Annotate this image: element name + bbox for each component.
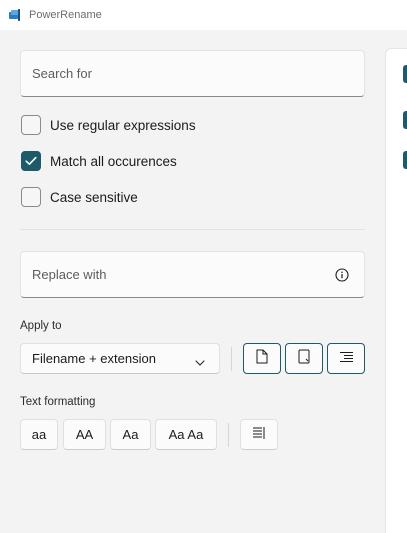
uppercase-button[interactable]: AA [63,419,106,450]
use-regex-label: Use regular expressions [50,117,196,133]
search-field[interactable] [20,50,365,97]
option-use-regex[interactable]: Use regular expressions [21,114,196,136]
replace-field[interactable] [20,251,365,298]
enumerate-items-button[interactable] [240,419,278,450]
use-regex-checkbox[interactable] [21,115,41,135]
apply-to-selected: Filename + extension [32,351,156,366]
search-input[interactable] [32,66,322,81]
title-bar: PowerRename [0,0,407,30]
document-icon [298,349,310,369]
preview-item-checkbox[interactable] [403,111,407,129]
file-icon [256,349,268,369]
exclude-files-toggle[interactable] [285,343,323,374]
option-case-sensitive[interactable]: Case sensitive [21,186,138,208]
section-divider [20,229,365,230]
replace-input[interactable] [32,267,322,282]
exclude-subfolders-toggle[interactable] [327,343,365,374]
vertical-separator [228,423,229,447]
case-sensitive-label: Case sensitive [50,189,138,205]
powerrename-app-icon [8,8,22,22]
preview-select-all-checkbox[interactable] [403,65,407,83]
apply-to-label: Apply to [20,320,62,332]
chevron-down-icon [195,355,205,366]
enumerate-list-icon [338,350,354,368]
checkmark-icon [25,156,37,165]
exclude-folders-toggle[interactable] [243,343,281,374]
window-title: PowerRename [29,9,102,21]
info-icon[interactable] [335,268,349,282]
titlecase-button[interactable]: Aa [110,419,151,450]
preview-item-checkbox[interactable] [403,151,407,169]
preview-panel [385,48,407,533]
option-match-all[interactable]: Match all occurences [21,150,177,172]
text-formatting-label: Text formatting [20,396,96,408]
enumerate-items-icon [251,426,267,443]
case-sensitive-checkbox[interactable] [21,187,41,207]
match-all-checkbox[interactable] [21,151,41,171]
vertical-separator [231,347,232,371]
lowercase-button[interactable]: aa [20,419,58,450]
capitalize-words-button[interactable]: Aa Aa [155,419,217,450]
match-all-label: Match all occurences [50,153,177,169]
apply-to-dropdown[interactable]: Filename + extension [20,343,220,374]
